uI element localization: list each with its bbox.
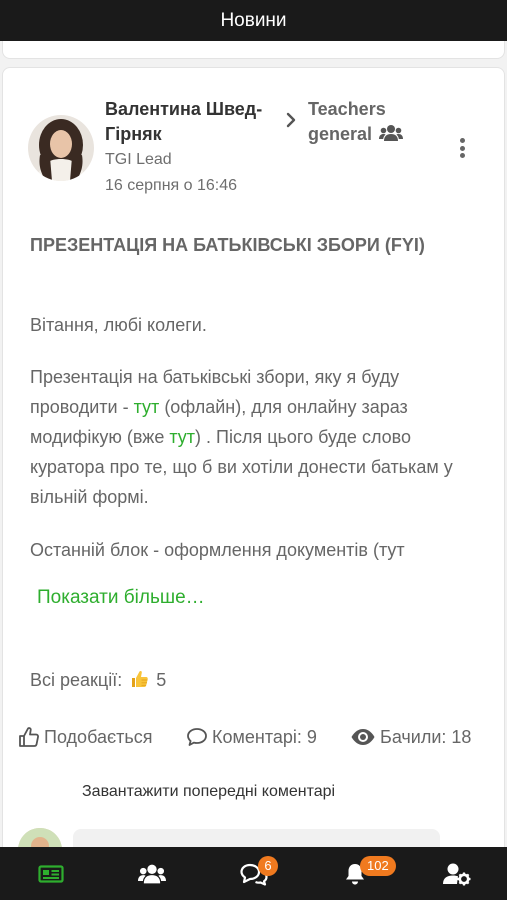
post-greeting: Вітання, любі колеги. (30, 315, 207, 335)
reactions-summary[interactable]: Всі реакції: 5 (30, 666, 166, 694)
users-icon (138, 864, 166, 883)
reactions-count: 5 (156, 670, 167, 690)
views-button[interactable]: Бачили: 18 (350, 722, 471, 752)
user-settings-icon (443, 863, 471, 885)
presentation-link-offline[interactable]: тут (134, 397, 160, 417)
nav-profile-settings[interactable] (427, 847, 487, 900)
users-icon (379, 125, 404, 141)
load-previous-comments-link[interactable]: Завантажити попередні коментарі (82, 783, 335, 801)
previous-post-card-edge (2, 41, 505, 59)
post-body: Презентація на батьківські збори, яку я … (30, 362, 490, 512)
group-link[interactable]: Teachers general (308, 97, 448, 147)
post-title: ПРЕЗЕНТАЦІЯ НА БАТЬКІВСЬКІ ЗБОРИ (FYI) (30, 235, 425, 255)
comments-button[interactable]: Коментарі: 9 (186, 722, 317, 752)
presentation-link-online[interactable]: тут (169, 427, 195, 447)
top-bar: Новини (0, 0, 507, 41)
chevron-right-icon (286, 112, 296, 128)
author-name[interactable]: Валентина Швед-Гірняк (105, 97, 285, 147)
like-button[interactable]: Подобається (18, 722, 153, 752)
like-label: Подобається (44, 726, 153, 747)
more-options-icon[interactable] (452, 135, 472, 161)
eye-icon (351, 729, 375, 745)
views-count: Бачили: 18 (380, 726, 472, 747)
reactions-label: Всі реакції: (30, 670, 123, 690)
notifications-badge: 102 (360, 856, 396, 876)
author-role: TGI Lead (105, 151, 172, 168)
thumbs-up-emoji-icon (132, 670, 149, 687)
chat-badge: 6 (258, 856, 278, 876)
nav-groups[interactable] (122, 847, 182, 900)
bottom-navigation: 6 102 (0, 847, 507, 900)
thumbs-up-icon (19, 727, 39, 747)
group-name: Teachers general (308, 99, 386, 144)
newspaper-icon (38, 864, 64, 883)
page-title: Новини (220, 9, 287, 31)
nav-news[interactable] (21, 847, 81, 900)
nav-chat[interactable]: 6 (224, 847, 284, 900)
nav-notifications[interactable]: 102 (325, 847, 396, 900)
comments-count: Коментарі: 9 (212, 726, 317, 747)
author-avatar[interactable] (28, 115, 94, 181)
comment-icon (187, 728, 207, 746)
post-actions: Подобається Коментарі: 9 Бачили: 18 (18, 722, 498, 752)
post-truncated-line: Останній блок - оформлення документів (т… (30, 540, 405, 560)
show-more-link[interactable]: Показати більше… (37, 587, 205, 609)
post-date: 16 серпня о 16:46 (105, 177, 238, 194)
